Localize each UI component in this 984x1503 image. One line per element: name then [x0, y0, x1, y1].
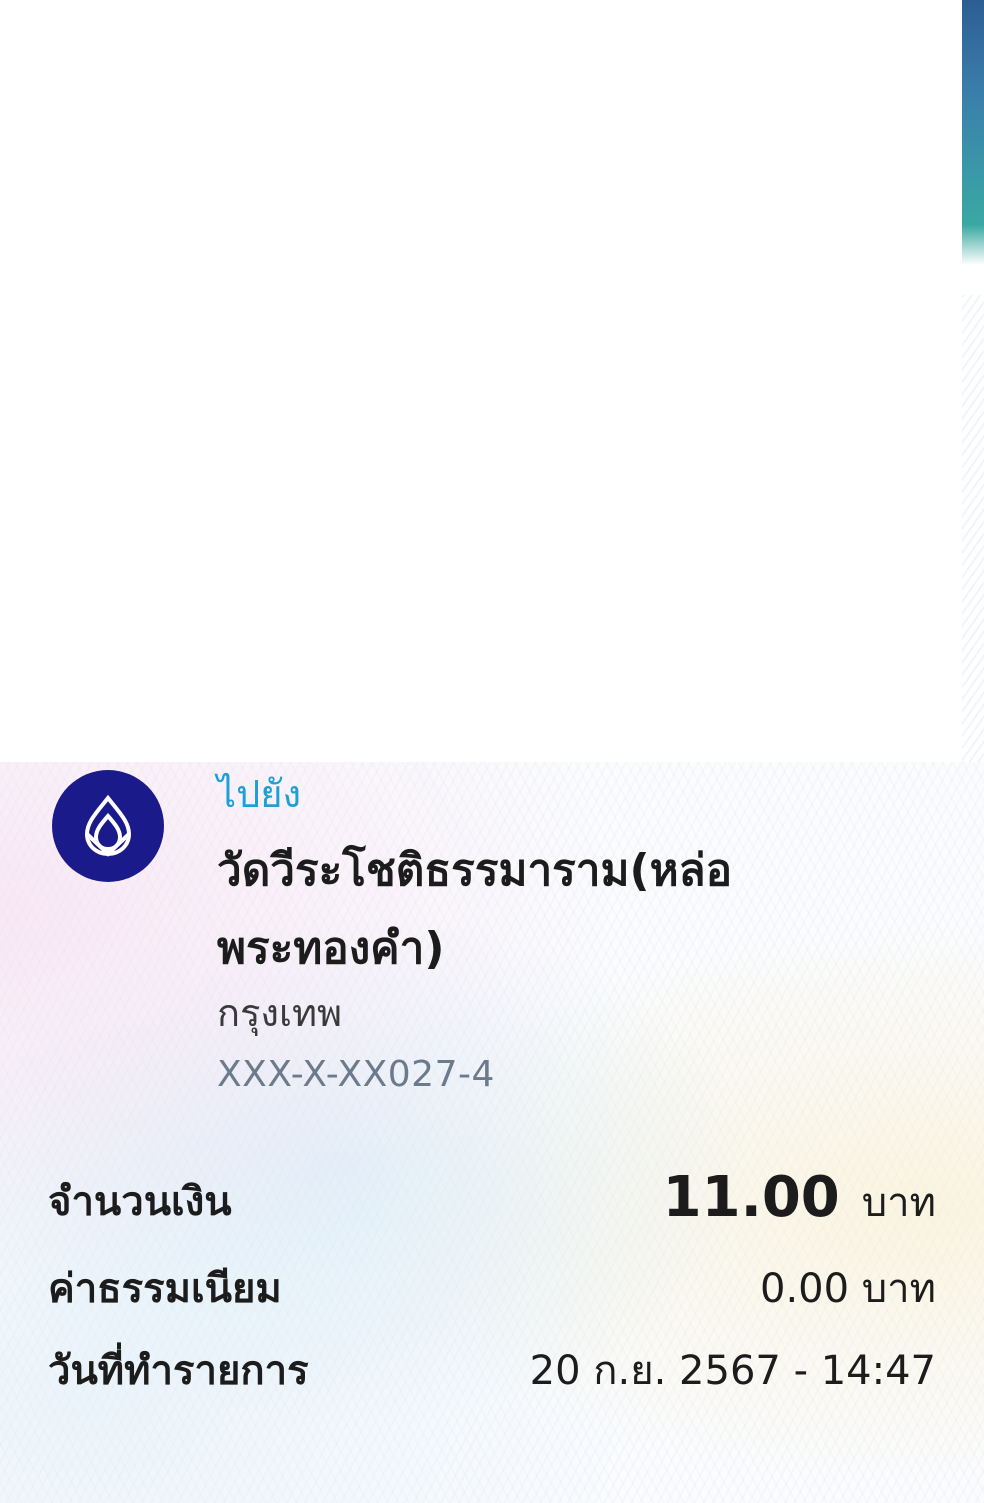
amount-value: 11.00 บาท	[663, 1170, 936, 1229]
to-label: ไปยัง	[217, 772, 302, 816]
blank-top-area	[0, 0, 984, 762]
bangkok-bank-lotus-icon	[84, 794, 132, 857]
recipient-name: วัดวีระโชติธรรมาราม(หล่อพระทองคำ)	[217, 845, 733, 974]
recipient-account-number: XXX-X-XX027-4	[217, 1054, 495, 1095]
amount-number: 11.00	[662, 1165, 840, 1230]
bank-logo	[52, 770, 164, 882]
transaction-date-label: วันที่ทำรายการ	[48, 1348, 309, 1394]
fee-value: 0.00 บาท	[760, 1266, 936, 1312]
recipient-bank-name: กรุงเทพ	[217, 991, 343, 1035]
edge-pattern	[962, 295, 984, 765]
fee-label: ค่าธรรมเนียม	[48, 1266, 282, 1312]
amount-unit: บาท	[861, 1180, 936, 1226]
amount-label: จำนวนเงิน	[48, 1179, 232, 1225]
transaction-date-value: 20 ก.ย. 2567 - 14:47	[529, 1348, 936, 1394]
edge-accent-strip	[962, 0, 984, 265]
